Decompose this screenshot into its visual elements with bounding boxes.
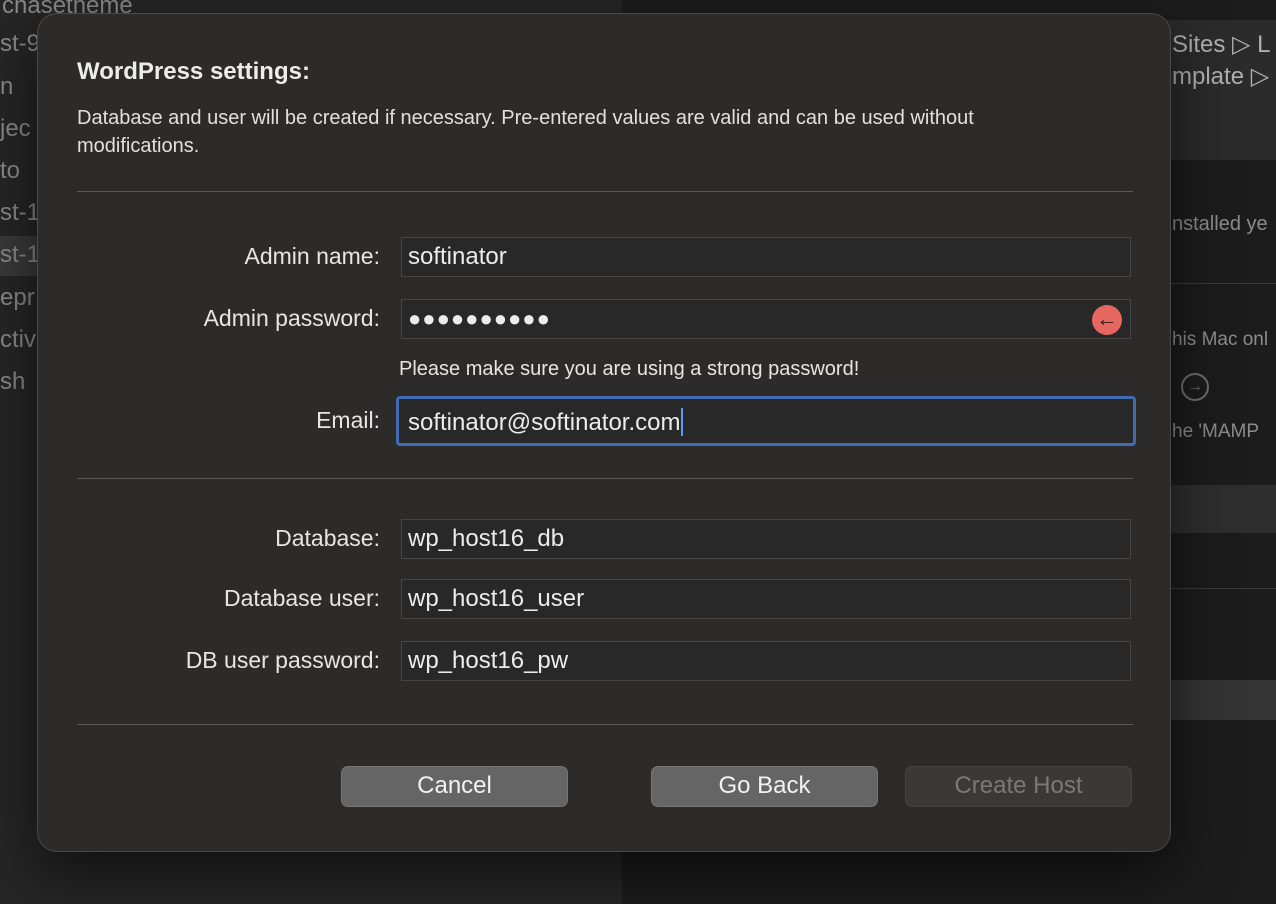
background-breadcrumb: Sites ▷ L [1172,31,1271,58]
background-arrow-right-icon[interactable]: → [1181,373,1209,401]
admin-password-value: ●●●●●●●●●● [408,306,551,331]
admin-password-field[interactable]: ●●●●●●●●●● ← [401,299,1131,339]
separator [77,724,1133,725]
cancel-button[interactable]: Cancel [341,766,568,807]
sidebar-item[interactable]: epr [0,284,35,312]
go-back-button[interactable]: Go Back [651,766,878,807]
background-divider [1160,283,1276,284]
background-bar [1160,680,1276,720]
database-value: wp_host16_db [408,525,565,552]
email-field[interactable]: softinator@softinator.com [396,396,1136,446]
background-mac-text: his Mac onl [1172,329,1269,350]
background-bar [1160,485,1276,533]
admin-name-value: softinator [408,243,507,270]
db-user-password-field[interactable]: wp_host16_pw [401,641,1131,681]
create-host-button[interactable]: Create Host [905,766,1132,807]
sidebar-item[interactable]: ctiv [0,326,36,354]
sidebar-item[interactable]: sh [0,368,25,396]
separator [77,191,1133,192]
background-divider [1160,588,1276,589]
database-field[interactable]: wp_host16_db [401,519,1131,559]
database-user-label: Database user: [224,585,380,611]
admin-password-label: Admin password: [203,305,380,331]
database-label: Database: [275,525,380,551]
sheet-description: Database and user will be created if nec… [77,107,974,157]
database-user-value: wp_host16_user [408,585,585,612]
db-user-password-label: DB user password: [185,647,380,673]
sidebar-item[interactable]: n [0,73,13,101]
password-hint: Please make sure you are using a strong … [399,358,860,380]
sidebar-item[interactable]: jec [0,115,31,143]
sidebar-item[interactable]: st-1 [0,199,40,227]
email-value: softinator@softinator.com [408,409,681,436]
background-mamp-text: he 'MAMP [1172,421,1260,442]
sidebar-item[interactable]: to [0,157,20,185]
admin-name-label: Admin name: [244,243,380,269]
admin-name-field[interactable]: softinator [401,237,1131,277]
email-label: Email: [316,407,380,433]
separator [77,478,1133,479]
arrow-left-circle-icon[interactable]: ← [1092,305,1122,335]
wordpress-settings-sheet: WordPress settings: Database and user wi… [37,13,1171,852]
sidebar-item[interactable]: st-1 [0,241,40,269]
database-user-field[interactable]: wp_host16_user [401,579,1131,619]
db-user-password-value: wp_host16_pw [408,647,569,674]
background-breadcrumb: mplate ▷ [1172,63,1270,90]
sidebar-item[interactable]: st-9 [0,30,40,58]
background-status-text: nstalled ye [1172,213,1268,235]
text-caret [681,408,684,436]
sheet-title: WordPress settings: [77,58,310,85]
